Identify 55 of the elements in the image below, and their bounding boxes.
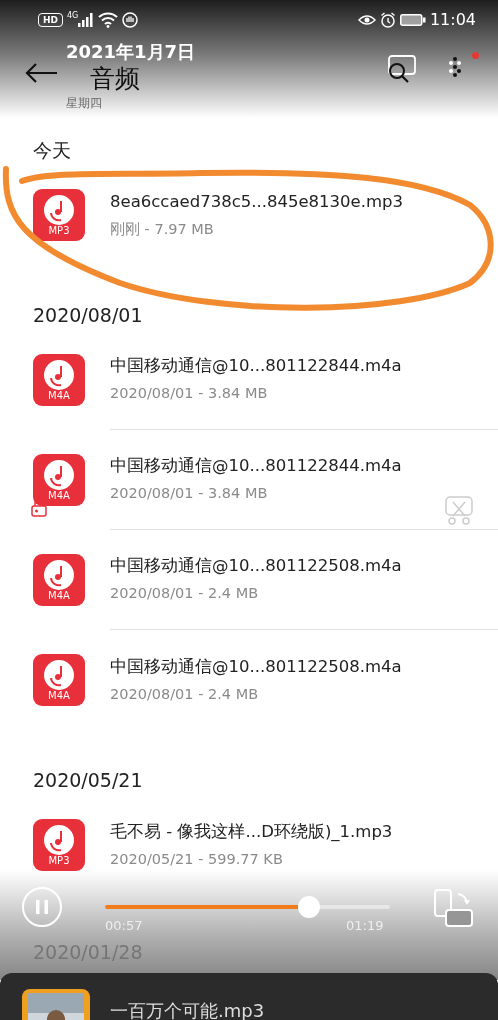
alarm-icon xyxy=(379,12,396,28)
weekday-overlay: 星期四 xyxy=(66,96,102,110)
file-row[interactable]: M4A 中国移动通信@10...801122844.m4a 2020/08/01 - 3.84 MB xyxy=(0,330,498,430)
music-note-icon xyxy=(42,458,76,492)
file-row[interactable]: M4A 中国移动通信@10...801122844.m4a 2020/08/01 - 3.84 MB xyxy=(0,430,498,530)
file-meta: 2020/05/21 - 599.77 KB xyxy=(110,849,284,869)
more-menu-icon[interactable] xyxy=(447,55,463,79)
music-note-icon xyxy=(42,558,76,592)
wifi-icon xyxy=(98,12,119,28)
file-meta: 刚刚 - 7.97 MB xyxy=(110,219,215,239)
pause-button[interactable] xyxy=(22,887,62,927)
file-name: 毛不易 - 像我这样...D环绕版)_1.mp3 xyxy=(110,820,394,843)
file-icon: MP3 xyxy=(33,819,85,871)
file-icon: MP3 xyxy=(33,189,85,241)
back-icon[interactable] xyxy=(24,62,58,84)
slider-thumb[interactable] xyxy=(298,896,321,918)
file-row[interactable]: MP3 8ea6ccaed738c5...845e8130e.mp3 刚刚 - 7.97 MB xyxy=(0,165,498,265)
file-row[interactable]: M4A 中国移动通信@10...801122508.m4a 2020/08/01 - 2.4 MB xyxy=(0,530,498,630)
rotate-screen-icon[interactable] xyxy=(432,888,474,930)
file-row[interactable]: MP3 毛不易 - 像我这样...D环绕版)_1.mp3 2020/05/21 - 599.77 KB xyxy=(0,795,498,895)
file-meta: 2020/08/01 - 3.84 MB xyxy=(110,484,269,503)
music-note-icon xyxy=(42,823,76,857)
file-icon: M4A xyxy=(33,654,85,706)
date-overlay: 2021年1月7日 xyxy=(66,41,196,63)
file-name: 中国移动通信@10...801122844.m4a xyxy=(110,355,403,378)
file-meta: 2020/08/01 - 3.84 MB xyxy=(110,384,269,403)
music-note-icon xyxy=(42,193,76,227)
now-playing-title: 一百万个可能.mp3 xyxy=(110,999,265,1020)
section-heading: 今天 xyxy=(32,138,72,163)
file-name: 中国移动通信@10...801122508.m4a xyxy=(110,655,403,678)
eye-icon xyxy=(357,14,376,26)
file-name: 中国移动通信@10...801122508.m4a xyxy=(110,555,403,578)
scissors-icon[interactable] xyxy=(445,496,473,526)
now-playing-sheet[interactable]: 一百万个可能.mp3 xyxy=(0,973,498,1020)
network-label: 4G xyxy=(67,10,79,22)
music-note-icon xyxy=(42,358,76,392)
file-icon: M4A xyxy=(33,554,85,606)
section-heading: 2020/05/21 xyxy=(32,768,144,793)
status-time: 11:04 xyxy=(429,9,476,31)
page-title: 音频 xyxy=(90,64,140,94)
file-icon: M4A xyxy=(33,354,85,406)
music-note-icon xyxy=(42,658,76,692)
hd-badge: HD xyxy=(38,13,63,27)
signal-icon xyxy=(78,13,95,27)
file-name: 8ea6ccaed738c5...845e8130e.mp3 xyxy=(110,190,404,213)
hand-icon xyxy=(122,12,139,28)
file-icon: M4A xyxy=(33,454,85,506)
file-meta: 2020/08/01 - 2.4 MB xyxy=(110,584,260,603)
lock-icon xyxy=(31,499,47,517)
pause-icon xyxy=(35,899,49,915)
file-name: 中国移动通信@10...801122844.m4a xyxy=(110,455,403,478)
file-meta: 2020/08/01 - 2.4 MB xyxy=(110,684,260,704)
battery-icon xyxy=(399,14,426,26)
file-row[interactable]: M4A 中国移动通信@10...801122508.m4a 2020/08/01 - 2.4 MB xyxy=(0,630,498,730)
section-heading: 2020/08/01 xyxy=(32,303,144,328)
